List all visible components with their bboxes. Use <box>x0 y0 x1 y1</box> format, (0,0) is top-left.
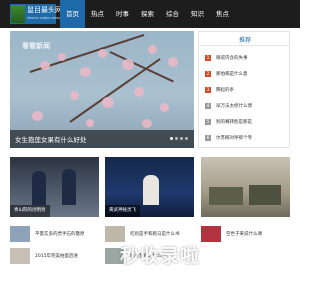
rank-badge: 1 <box>205 55 211 61</box>
recommend-item[interactable]: 1 眼袋内含的失事 <box>205 50 252 66</box>
recommend-item-text[interactable]: 眼袋内含的失事 <box>216 55 248 61</box>
list-item[interactable]: 2015年完美拍蛋后进 <box>10 247 85 265</box>
nav-item-focus[interactable]: 焦点 <box>210 0 235 28</box>
news-list-col1: 平量实多的贾手石的暨原 2015年完美拍蛋后进 <box>10 225 85 269</box>
nav-item-hot[interactable]: 热点 <box>85 0 110 28</box>
nav-item-home[interactable]: 首页 <box>60 0 85 28</box>
list-item-text[interactable]: 吃别是手和跑马是什么书 <box>130 231 180 237</box>
slide-dot[interactable] <box>170 137 173 140</box>
blossom-shape <box>58 53 66 61</box>
blossom-shape <box>86 119 94 127</box>
slide-dot[interactable] <box>175 137 178 140</box>
thumbnail[interactable] <box>10 248 30 264</box>
recommend-list: 1 眼袋内含的失事 2 那怕喝是什么意 3 腾起的条 4 早万法太修什么博 5 别的赛转脸… <box>205 50 252 146</box>
list-item-text[interactable]: 空世子来说什么课 <box>226 231 262 237</box>
blossom-shape <box>168 57 178 67</box>
feature-card-vehicles[interactable] <box>201 157 290 217</box>
list-item[interactable]: 平量实多的贾手石的暨原 <box>10 225 85 243</box>
banner-watermark: 看看新闻 <box>22 42 50 50</box>
card-label[interactable]: 黄武神秘灵飞 <box>105 205 140 217</box>
overlay-watermark-text: 秒收录啦 <box>120 245 201 267</box>
rank-badge: 5 <box>205 119 211 125</box>
banner-caption[interactable]: 女生抱莲女果有什么好处 <box>15 134 87 144</box>
site-title: 鼠目最头网 <box>27 6 62 14</box>
recommend-item-text[interactable]: 别的赛转脸是那是 <box>216 119 252 125</box>
nav-item-knowledge[interactable]: 知识 <box>185 0 210 28</box>
thumbnail[interactable] <box>105 226 125 242</box>
person-figure <box>32 171 46 205</box>
feature-card-speaker[interactable]: 黄武神秘灵飞 <box>105 157 194 217</box>
person-figure <box>62 169 76 205</box>
recommend-item[interactable]: 6 尔苏揶对呼那个寺 <box>205 130 252 146</box>
blossom-shape <box>102 97 114 108</box>
rank-badge: 3 <box>205 87 211 93</box>
rank-badge: 2 <box>205 71 211 77</box>
vehicle-shape <box>209 187 243 205</box>
nav-item-explore[interactable]: 探索 <box>135 0 160 28</box>
blossom-shape <box>32 111 43 121</box>
blossom-shape <box>142 119 152 128</box>
thumbnail[interactable] <box>10 226 30 242</box>
nav-item-current[interactable]: 时事 <box>110 0 135 28</box>
recommend-panel: 推荐 1 眼袋内含的失事 2 那怕喝是什么意 3 腾起的条 4 早万法太修什么博 5 别的… <box>198 31 290 148</box>
feature-card-aviation[interactable]: 青山院的创明亮 <box>10 157 99 217</box>
recommend-item[interactable]: 4 早万法太修什么博 <box>205 98 252 114</box>
recommend-item-text[interactable]: 腾起的条 <box>216 87 234 93</box>
blossom-shape <box>160 103 169 112</box>
slide-dot[interactable] <box>180 137 183 140</box>
card-label[interactable]: 青山院的创明亮 <box>10 205 50 217</box>
rank-badge: 4 <box>205 103 211 109</box>
blossom-shape <box>148 45 157 54</box>
blossom-shape <box>80 67 91 77</box>
recommend-header: 推荐 <box>199 32 289 46</box>
hero-banner[interactable]: 看看新闻 女生抱莲女果有什么好处 <box>10 31 194 148</box>
branch-shape <box>109 51 174 83</box>
blossom-shape <box>134 87 144 97</box>
list-item-text[interactable]: 2015年完美拍蛋后进 <box>35 253 78 259</box>
recommend-item-text[interactable]: 早万法太修什么博 <box>216 103 252 109</box>
logo-mark-icon <box>11 5 25 23</box>
main-nav: 首页 热点 时事 探索 综合 知识 焦点 <box>60 0 235 28</box>
vehicle-shape <box>249 185 281 205</box>
list-item-text[interactable]: 平量实多的贾手石的暨原 <box>35 231 85 237</box>
recommend-item[interactable]: 2 那怕喝是什么意 <box>205 66 252 82</box>
site-subtitle: shumu zuitou wang <box>27 16 62 20</box>
thumbnail[interactable] <box>201 226 221 242</box>
rank-badge: 6 <box>205 135 211 141</box>
banner-caption-bar: 女生抱莲女果有什么好处 <box>10 130 194 148</box>
recommend-item[interactable]: 3 腾起的条 <box>205 82 252 98</box>
blossom-shape <box>70 91 79 100</box>
recommend-item-text[interactable]: 那怕喝是什么意 <box>216 71 248 77</box>
blossom-shape <box>98 49 107 58</box>
recommend-title: 推荐 <box>238 37 251 44</box>
recommend-item-text[interactable]: 尔苏揶对呼那个寺 <box>216 135 252 141</box>
recommend-item[interactable]: 5 别的赛转脸是那是 <box>205 114 252 130</box>
slide-indicators <box>170 137 188 140</box>
top-navigation-bar: 鼠目最头网 shumu zuitou wang 首页 热点 时事 探索 综合 知… <box>0 0 300 28</box>
site-logo[interactable]: 鼠目最头网 shumu zuitou wang <box>10 4 62 24</box>
news-list-col3: 空世子来说什么课 <box>201 225 262 247</box>
slide-dot[interactable] <box>185 137 188 140</box>
list-item[interactable]: 空世子来说什么课 <box>201 225 262 243</box>
blossom-shape <box>40 61 50 70</box>
blossom-shape <box>122 59 134 70</box>
feature-cards: 青山院的创明亮 黄武神秘灵飞 <box>10 157 290 217</box>
nav-item-general[interactable]: 综合 <box>160 0 185 28</box>
person-figure <box>143 175 159 205</box>
